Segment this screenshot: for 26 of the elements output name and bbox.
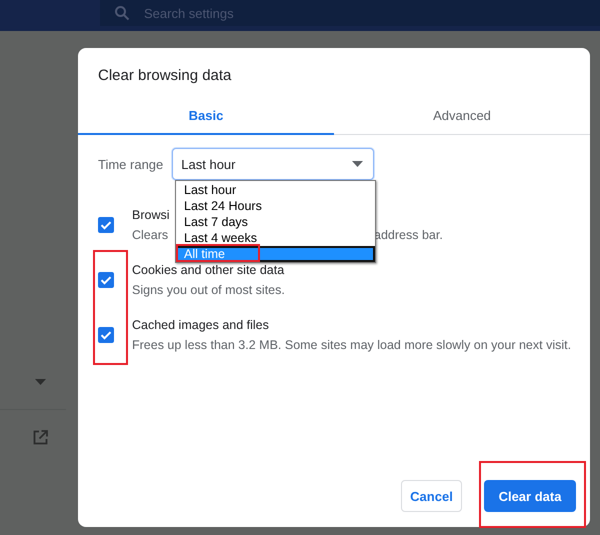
option-description: Clears bbox=[132, 227, 168, 244]
cancel-button[interactable]: Cancel bbox=[401, 480, 462, 512]
checkbox[interactable] bbox=[98, 217, 114, 233]
field-label: Time range bbox=[98, 156, 164, 172]
option-description: Signs you out of most sites. bbox=[132, 282, 286, 299]
option-title: Cached images and files bbox=[132, 317, 269, 334]
option-description: address bar. bbox=[374, 227, 443, 244]
tab[interactable]: Basic bbox=[78, 102, 334, 135]
option-title: Cookies and other site data bbox=[132, 262, 284, 279]
option-description: Frees up less than 3.2 MB. Some sites may load more slowly on your next visit. bbox=[132, 337, 572, 354]
search-field[interactable]: Search settings bbox=[100, 0, 600, 26]
dropdown-option[interactable]: Last 4 weeks bbox=[176, 230, 375, 246]
external-link-icon[interactable] bbox=[33, 430, 48, 445]
checkbox[interactable] bbox=[98, 272, 114, 288]
search-icon bbox=[114, 5, 130, 21]
option-title: Browsi bbox=[132, 207, 170, 224]
clear-data-button[interactable]: Clear data bbox=[484, 480, 576, 512]
dialog-title: Clear browsing data bbox=[97, 66, 232, 86]
caret-icon[interactable] bbox=[35, 379, 46, 385]
time-range-dropdown[interactable]: Last hour bbox=[172, 148, 374, 180]
dropdown-option[interactable]: Last 24 Hours bbox=[176, 198, 375, 214]
checkbox[interactable] bbox=[98, 327, 114, 343]
tab[interactable]: Advanced bbox=[334, 102, 590, 135]
dropdown-option[interactable]: Last 7 days bbox=[176, 214, 375, 230]
dropdown-option[interactable]: Last hour bbox=[176, 182, 375, 198]
caret-icon bbox=[352, 161, 364, 167]
